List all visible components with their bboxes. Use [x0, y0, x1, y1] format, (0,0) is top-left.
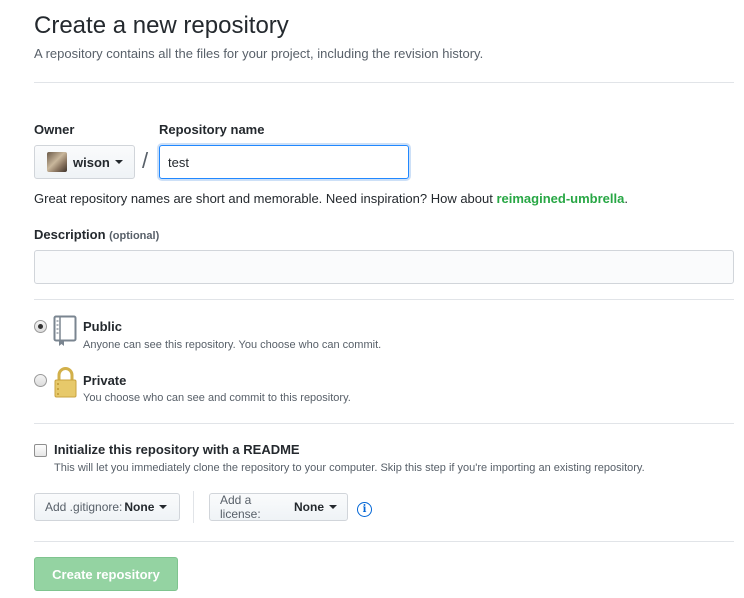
owner-repo-separator: /: [142, 148, 149, 173]
owner-dropdown[interactable]: wison: [34, 145, 135, 179]
visibility-divider: [34, 423, 734, 424]
gitignore-prefix: Add .gitignore:: [45, 500, 123, 514]
private-radio[interactable]: [34, 374, 47, 387]
page-subtitle: A repository contains all the files for …: [34, 46, 484, 61]
lock-icon: [54, 367, 77, 398]
gitignore-select[interactable]: Add .gitignore: None: [34, 493, 180, 521]
caret-down-icon: [159, 505, 168, 509]
private-title: Private: [83, 373, 127, 388]
public-title: Public: [83, 319, 123, 334]
public-description: Anyone can see this repository. You choo…: [83, 339, 382, 351]
caret-down-icon: [114, 160, 123, 164]
readme-checkbox[interactable]: [34, 444, 47, 457]
readme-description: This will let you immediately clone the …: [54, 462, 645, 474]
name-hint-suffix: .: [624, 191, 628, 206]
public-radio[interactable]: [34, 320, 47, 333]
license-prefix: Add a license:: [220, 493, 261, 521]
repo-name-label: Repository name: [159, 122, 265, 137]
description-divider: [34, 299, 734, 300]
private-description: You choose who can see and commit to thi…: [83, 392, 351, 404]
readme-label[interactable]: Initialize this repository with a README: [54, 442, 300, 457]
description-label: Description (optional): [34, 227, 159, 242]
header-divider: [34, 82, 734, 83]
create-repository-button[interactable]: Create repository: [34, 557, 178, 591]
info-icon[interactable]: i: [357, 502, 372, 517]
repo-book-icon: [53, 315, 77, 346]
name-hint: Great repository names are short and mem…: [34, 191, 628, 206]
owner-name: wison: [73, 154, 110, 170]
name-hint-text: Great repository names are short and mem…: [34, 191, 497, 206]
suggested-name-link[interactable]: reimagined-umbrella: [496, 191, 624, 206]
license-value: None: [294, 500, 324, 514]
repo-name-input[interactable]: [159, 145, 409, 179]
description-input[interactable]: [34, 250, 734, 284]
avatar: [47, 152, 67, 172]
caret-down-icon: [329, 505, 337, 509]
page-title: Create a new repository: [34, 12, 289, 39]
options-divider: [34, 541, 734, 542]
owner-label: Owner: [34, 122, 75, 137]
license-select[interactable]: Add a license: None: [209, 493, 348, 521]
gitignore-value: None: [124, 500, 155, 514]
optional-tag: (optional): [109, 230, 160, 242]
select-separator: [193, 491, 194, 523]
description-label-text: Description: [34, 227, 106, 242]
